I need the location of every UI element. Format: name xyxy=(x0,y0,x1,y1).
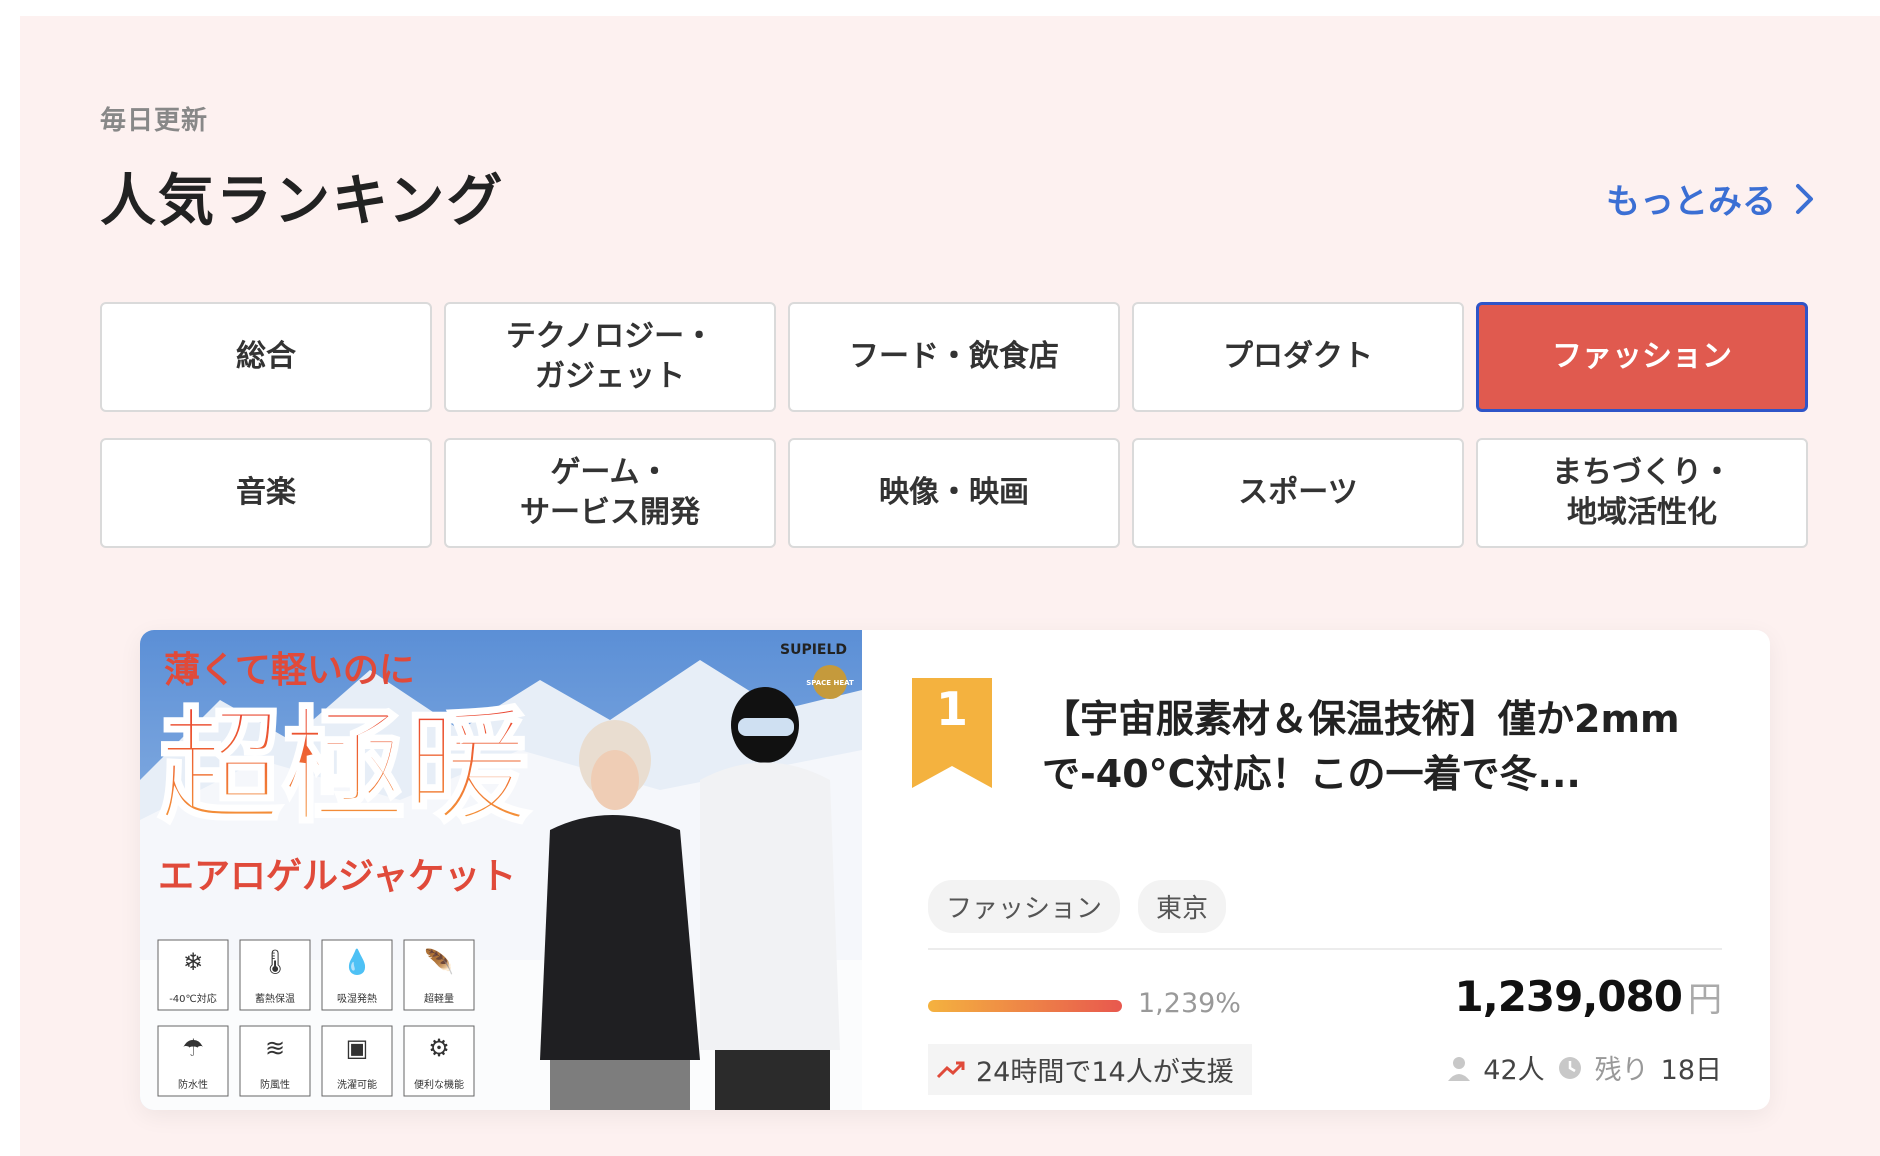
tab-product[interactable]: プロダクト xyxy=(1132,302,1464,412)
section-eyebrow: 毎日更新 xyxy=(100,106,209,136)
ranking-section: 毎日更新 人気ランキング もっとみる 総合 テクノロジー・ ガジェット フード・… xyxy=(20,16,1880,1156)
tab-technology-gadget[interactable]: テクノロジー・ ガジェット xyxy=(444,302,776,412)
tab-sports[interactable]: スポーツ xyxy=(1132,438,1464,548)
snowflake-icon: ❄ xyxy=(183,948,203,976)
see-more-link[interactable]: もっとみる xyxy=(1606,174,1816,223)
tab-overall[interactable]: 総合 xyxy=(100,302,432,412)
tab-food-restaurant[interactable]: フード・飲食店 xyxy=(788,302,1120,412)
project-info: 1 【宇宙服素材＆保温技術】僅か2mmで-40°C対応！この一着で冬... ファ… xyxy=(862,630,1770,1110)
thermometer-icon: 🌡 xyxy=(260,948,290,976)
tab-fashion[interactable]: ファッション xyxy=(1476,302,1808,412)
tab-video-film[interactable]: 映像・映画 xyxy=(788,438,1120,548)
tab-music[interactable]: 音楽 xyxy=(100,438,432,548)
supporter-count: 42人 xyxy=(1483,1055,1545,1086)
amount-value: 1,239,080 xyxy=(1454,972,1683,1021)
category-tabs: 総合 テクノロジー・ ガジェット フード・飲食店 プロダクト ファッション 音楽… xyxy=(100,302,1830,548)
tag-chip[interactable]: ファッション xyxy=(928,880,1121,933)
divider xyxy=(928,948,1722,950)
progress-percent: 1,239% xyxy=(1138,988,1241,1019)
funding-amount: 1,239,080 円 xyxy=(1455,972,1722,1021)
trend-up-icon xyxy=(936,1061,965,1078)
section-title: 人気ランキング xyxy=(100,169,505,234)
thumb-seal-text: SPACE HEAT xyxy=(806,679,854,687)
drop-icon: 💧 xyxy=(342,948,372,976)
feature-label: 防水性 xyxy=(178,1078,208,1091)
feature-label: 防風性 xyxy=(260,1078,290,1091)
wind-icon: ≋ xyxy=(265,1034,285,1062)
tab-community[interactable]: まちづくり・ 地域活性化 xyxy=(1476,438,1808,548)
feature-label: 蓄熱保温 xyxy=(255,992,295,1005)
project-thumbnail[interactable]: 薄くて軽いのに 超極暖 エアロゲルジャケット SUPIELD SPACE HEA… xyxy=(140,630,862,1110)
project-title[interactable]: 【宇宙服素材＆保温技術】僅か2mmで-40°C対応！この一着で冬... xyxy=(1042,692,1722,802)
project-card[interactable]: 薄くて軽いのに 超極暖 エアロゲルジャケット SUPIELD SPACE HEA… xyxy=(140,630,1770,1110)
support-note: 24時間で14人が支援 xyxy=(928,1044,1252,1095)
thumb-headline-small: 薄くて軽いのに xyxy=(164,650,415,691)
tag-chip[interactable]: 東京 xyxy=(1138,880,1227,933)
project-meta: 42人 残り 18日 xyxy=(1447,1048,1722,1087)
tab-game-service[interactable]: ゲーム・ サービス開発 xyxy=(444,438,776,548)
tag-list: ファッション 東京 xyxy=(928,880,1227,933)
remaining-label: 残り xyxy=(1594,1055,1649,1086)
feature-label: 吸湿発熱 xyxy=(337,992,377,1005)
thumbnail-image: 薄くて軽いのに 超極暖 エアロゲルジャケット SUPIELD SPACE HEA… xyxy=(140,630,862,1110)
progress-bar xyxy=(928,1000,1122,1012)
rank-number: 1 xyxy=(935,682,968,736)
feature-label: -40℃対応 xyxy=(169,992,217,1005)
person-icon xyxy=(1448,1056,1471,1081)
gear-icon: ⚙ xyxy=(428,1034,450,1062)
see-more-label: もっとみる xyxy=(1606,182,1776,222)
support-note-text: 24時間で14人が支援 xyxy=(976,1057,1234,1088)
feature-label: 洗濯可能 xyxy=(337,1078,377,1091)
remaining-days: 18日 xyxy=(1660,1055,1722,1086)
chevron-right-icon xyxy=(1796,183,1813,214)
thumb-brand: SUPIELD xyxy=(780,642,847,658)
feature-label: 超軽量 xyxy=(424,992,454,1005)
thumb-subtitle: エアロゲルジャケット xyxy=(158,856,516,897)
feather-icon: 🪶 xyxy=(424,947,454,976)
currency-unit: 円 xyxy=(1688,980,1722,1020)
thumb-headline-big: 超極暖 xyxy=(158,696,531,840)
clock-icon xyxy=(1558,1056,1581,1079)
waterproof-icon: ☂ xyxy=(182,1034,204,1062)
washing-machine-icon: ▣ xyxy=(346,1034,369,1062)
feature-label: 便利な機能 xyxy=(414,1078,464,1091)
